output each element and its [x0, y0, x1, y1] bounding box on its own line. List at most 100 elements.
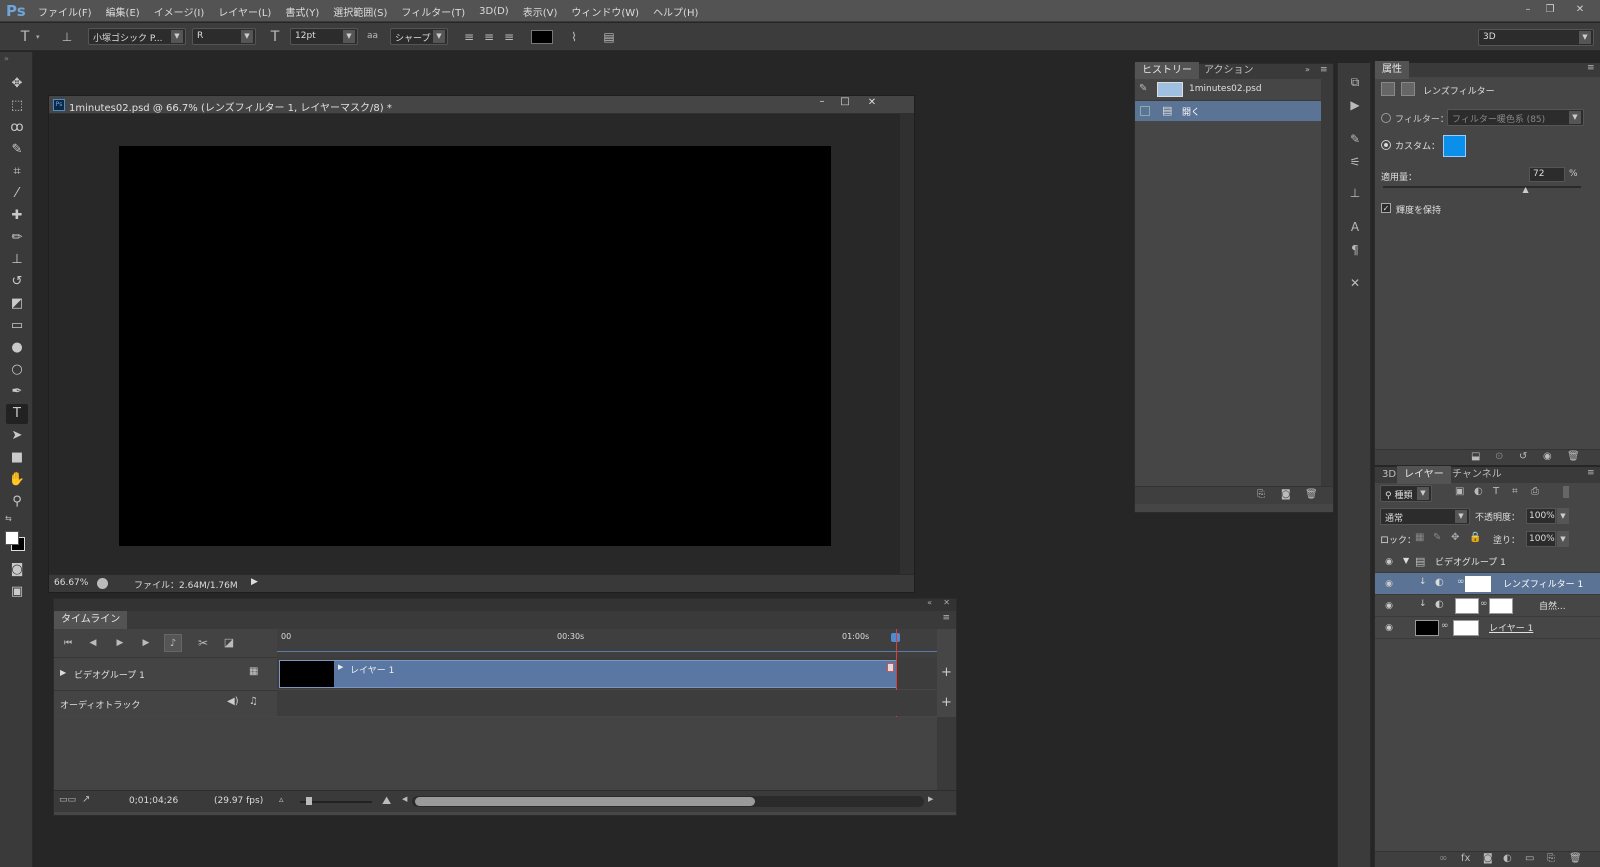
panel-menu-icon[interactable]: ≡: [942, 613, 950, 623]
chevron-down-icon[interactable]: ▼: [1557, 531, 1569, 547]
brush-panel-icon[interactable]: ✎: [1346, 130, 1364, 148]
character-panel-icon[interactable]: ▤: [600, 28, 618, 46]
filter-pixel-icon[interactable]: ▣: [1455, 486, 1464, 497]
new-snapshot-icon[interactable]: ◙: [1281, 489, 1291, 500]
close-icon[interactable]: ✕: [861, 97, 883, 114]
eyedropper-tool-icon[interactable]: ⁄: [6, 184, 28, 204]
align-right-icon[interactable]: ≡: [500, 28, 518, 46]
preserve-luminosity-checkbox[interactable]: ✓: [1381, 203, 1391, 213]
swap-colors-icon[interactable]: ⇆: [5, 514, 23, 524]
marquee-tool-icon[interactable]: ⬚: [6, 96, 28, 116]
menu-item[interactable]: 表示(V): [523, 4, 558, 19]
panel-menu-icon[interactable]: ≡: [1320, 65, 1328, 75]
film-options-icon[interactable]: ▦: [249, 666, 258, 677]
play-icon[interactable]: ▶: [111, 634, 129, 652]
new-adjustment-icon[interactable]: ◐: [1503, 853, 1512, 864]
fill-input[interactable]: 100%: [1526, 531, 1556, 547]
layer-filter-select[interactable]: ⚲ 種類 ▼: [1380, 485, 1432, 502]
zoom-in-icon[interactable]: ⛰: [382, 794, 391, 808]
layer-mask-thumbnail[interactable]: [1453, 620, 1479, 636]
scrollbar-thumb[interactable]: [415, 797, 755, 806]
clip-to-layer-icon[interactable]: ⬓: [1471, 451, 1480, 462]
menu-item[interactable]: ファイル(F): [38, 4, 92, 19]
layer-row-selected[interactable]: ◉ ↓ ◐ ∞ レンズフィルター 1: [1375, 573, 1600, 595]
reset-icon[interactable]: ↺: [1519, 451, 1527, 462]
lock-pixels-icon[interactable]: ✎: [1433, 532, 1441, 543]
menu-item[interactable]: イメージ(I): [154, 4, 205, 19]
density-slider[interactable]: [1383, 186, 1581, 188]
time-ruler[interactable]: 00 00:30s 01:00s: [277, 629, 937, 657]
new-layer-icon[interactable]: ⎘: [1547, 853, 1555, 864]
panel-menu-icon[interactable]: ≡: [1587, 63, 1595, 73]
blend-mode-select[interactable]: 通常 ▼: [1380, 508, 1470, 525]
minimize-icon[interactable]: –: [811, 96, 833, 113]
visibility-eye-icon[interactable]: ◉: [1382, 621, 1396, 635]
panel-menu-icon[interactable]: ≡: [1587, 468, 1595, 478]
text-color-swatch[interactable]: [531, 30, 553, 44]
lock-position-icon[interactable]: ✥: [1451, 532, 1459, 543]
filter-shape-icon[interactable]: ⌗: [1512, 486, 1518, 497]
quick-mask-icon[interactable]: ◙: [6, 560, 28, 580]
custom-color-swatch[interactable]: [1443, 135, 1466, 157]
rectangle-tool-icon[interactable]: ■: [6, 448, 28, 468]
lock-all-icon[interactable]: 🔒: [1469, 532, 1481, 543]
paragraph-panel-icon[interactable]: ¶: [1346, 241, 1364, 259]
view-previous-icon[interactable]: ⊙: [1495, 451, 1503, 462]
align-center-icon[interactable]: ≡: [480, 28, 498, 46]
tab-channels[interactable]: チャンネル: [1445, 466, 1509, 484]
tab-properties[interactable]: 属性: [1375, 61, 1409, 79]
menu-item[interactable]: フィルター(T): [401, 4, 465, 19]
chevron-down-icon[interactable]: ▼: [1557, 508, 1569, 524]
visibility-eye-icon[interactable]: ◉: [1382, 577, 1396, 591]
chain-link-icon[interactable]: ∞: [1441, 621, 1449, 631]
lasso-tool-icon[interactable]: ꝏ: [6, 118, 28, 138]
workspace-select[interactable]: 3D ▼: [1478, 29, 1594, 46]
align-left-icon[interactable]: ≡: [460, 28, 478, 46]
menu-item[interactable]: ヘルプ(H): [653, 4, 698, 19]
custom-radio[interactable]: [1381, 140, 1391, 150]
vertical-scrollbar[interactable]: [900, 114, 914, 576]
collapse-icon[interactable]: «: [927, 598, 932, 607]
work-area-bar[interactable]: [277, 651, 937, 652]
density-input[interactable]: 72: [1529, 167, 1565, 182]
collapse-icon[interactable]: »: [1305, 65, 1310, 74]
close-icon[interactable]: ✕: [943, 598, 950, 607]
expand-icon[interactable]: ▶: [60, 668, 66, 677]
foreground-color-swatch[interactable]: [5, 531, 19, 545]
screen-mode-icon[interactable]: ▣: [6, 582, 28, 602]
history-brush-slot[interactable]: [1140, 106, 1150, 116]
clone-source-panel-icon[interactable]: ⊥: [1346, 184, 1364, 202]
layer-row-group[interactable]: ◉ ▼ ▤ ビデオグループ 1: [1375, 551, 1600, 573]
document-title-bar[interactable]: Ps 1minutes02.psd @ 66.7% (レンズフィルター 1, レ…: [49, 96, 914, 114]
collapse-icon[interactable]: »: [4, 54, 9, 63]
chain-link-icon[interactable]: ∞: [1457, 577, 1465, 587]
font-family-select[interactable]: 小塚ゴシック P... ▼: [88, 28, 186, 45]
visibility-icon[interactable]: ◉: [1543, 451, 1552, 462]
new-document-from-state-icon[interactable]: ⎘: [1257, 489, 1265, 500]
brush-tool-icon[interactable]: ✏: [6, 228, 28, 248]
audio-toggle-icon[interactable]: ♪: [164, 634, 182, 652]
tab-layers[interactable]: レイヤー: [1397, 466, 1451, 484]
eraser-tool-icon[interactable]: ◩: [6, 294, 28, 314]
scroll-left-icon[interactable]: ◀: [402, 795, 407, 803]
chevron-down-icon[interactable]: ▾: [36, 33, 40, 41]
font-style-select[interactable]: R ▼: [192, 28, 256, 45]
lock-transparency-icon[interactable]: ▦: [1415, 532, 1424, 543]
horizontal-scrollbar[interactable]: [412, 796, 924, 807]
actions-panel-icon[interactable]: ▶: [1346, 96, 1364, 114]
trash-icon[interactable]: 🗑: [1567, 451, 1580, 462]
status-info-icon[interactable]: [97, 578, 108, 589]
layer-mask-thumbnail[interactable]: [1489, 598, 1513, 614]
zoom-slider-thumb[interactable]: [306, 797, 312, 805]
video-clip[interactable]: ▶ レイヤー 1: [279, 660, 897, 688]
tools-preset-panel-icon[interactable]: ✕: [1346, 274, 1364, 292]
crop-tool-icon[interactable]: ⌗: [6, 162, 28, 182]
maximize-icon[interactable]: □: [834, 96, 856, 113]
tab-actions[interactable]: アクション: [1197, 62, 1261, 80]
add-mask-icon[interactable]: ◙: [1483, 853, 1493, 864]
status-menu-icon[interactable]: ▶: [251, 577, 258, 587]
layer-row[interactable]: ◉ ↓ ◐ ∞ 自然...: [1375, 595, 1600, 617]
menu-item[interactable]: 選択範囲(S): [333, 4, 387, 19]
opacity-input[interactable]: 100%: [1526, 508, 1556, 524]
next-frame-icon[interactable]: ▶: [137, 634, 155, 652]
